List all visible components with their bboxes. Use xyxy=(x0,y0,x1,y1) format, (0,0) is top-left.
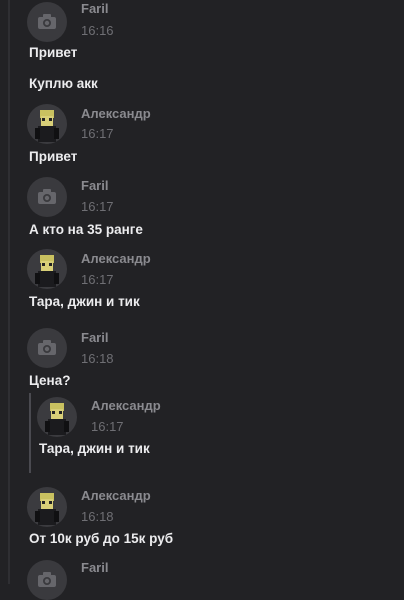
message-time: 16:16 xyxy=(81,23,114,38)
camera-icon[interactable] xyxy=(27,560,67,600)
author-name[interactable]: Faril xyxy=(81,178,108,193)
quote-time: 16:17 xyxy=(91,419,124,434)
message-text: Привет xyxy=(29,45,78,60)
camera-icon[interactable] xyxy=(27,328,67,368)
camera-icon[interactable] xyxy=(27,177,67,217)
message-time: 16:18 xyxy=(81,509,114,524)
quote-text: Тара, джин и тик xyxy=(39,441,150,456)
author-name[interactable]: Александр xyxy=(81,488,151,503)
author-name[interactable]: Faril xyxy=(81,560,108,575)
message-text: От 10к руб до 15к руб xyxy=(29,531,174,546)
message-time: 16:17 xyxy=(81,199,114,214)
message-time: 16:17 xyxy=(81,272,114,287)
author-name[interactable]: Faril xyxy=(81,1,108,16)
quote-author-name: Александр xyxy=(91,398,161,413)
character-avatar-icon xyxy=(37,397,77,437)
character-avatar-icon[interactable] xyxy=(27,104,67,144)
character-avatar-icon[interactable] xyxy=(27,487,67,527)
author-name[interactable]: Faril xyxy=(81,330,108,345)
message-text: Привет xyxy=(29,149,78,164)
message-time: 16:18 xyxy=(81,351,114,366)
camera-icon[interactable] xyxy=(27,2,67,42)
message-text: Тара, джин и тик xyxy=(29,294,140,309)
message-time: 16:17 xyxy=(81,126,114,141)
message-text: А кто на 35 ранге xyxy=(29,222,143,237)
author-name[interactable]: Александр xyxy=(81,106,151,121)
character-avatar-icon[interactable] xyxy=(27,249,67,289)
message-text: Цена? xyxy=(29,373,71,388)
quoted-message[interactable] xyxy=(29,393,399,473)
thread-line xyxy=(8,0,10,584)
author-name[interactable]: Александр xyxy=(81,251,151,266)
message-text: Куплю акк xyxy=(29,76,98,91)
